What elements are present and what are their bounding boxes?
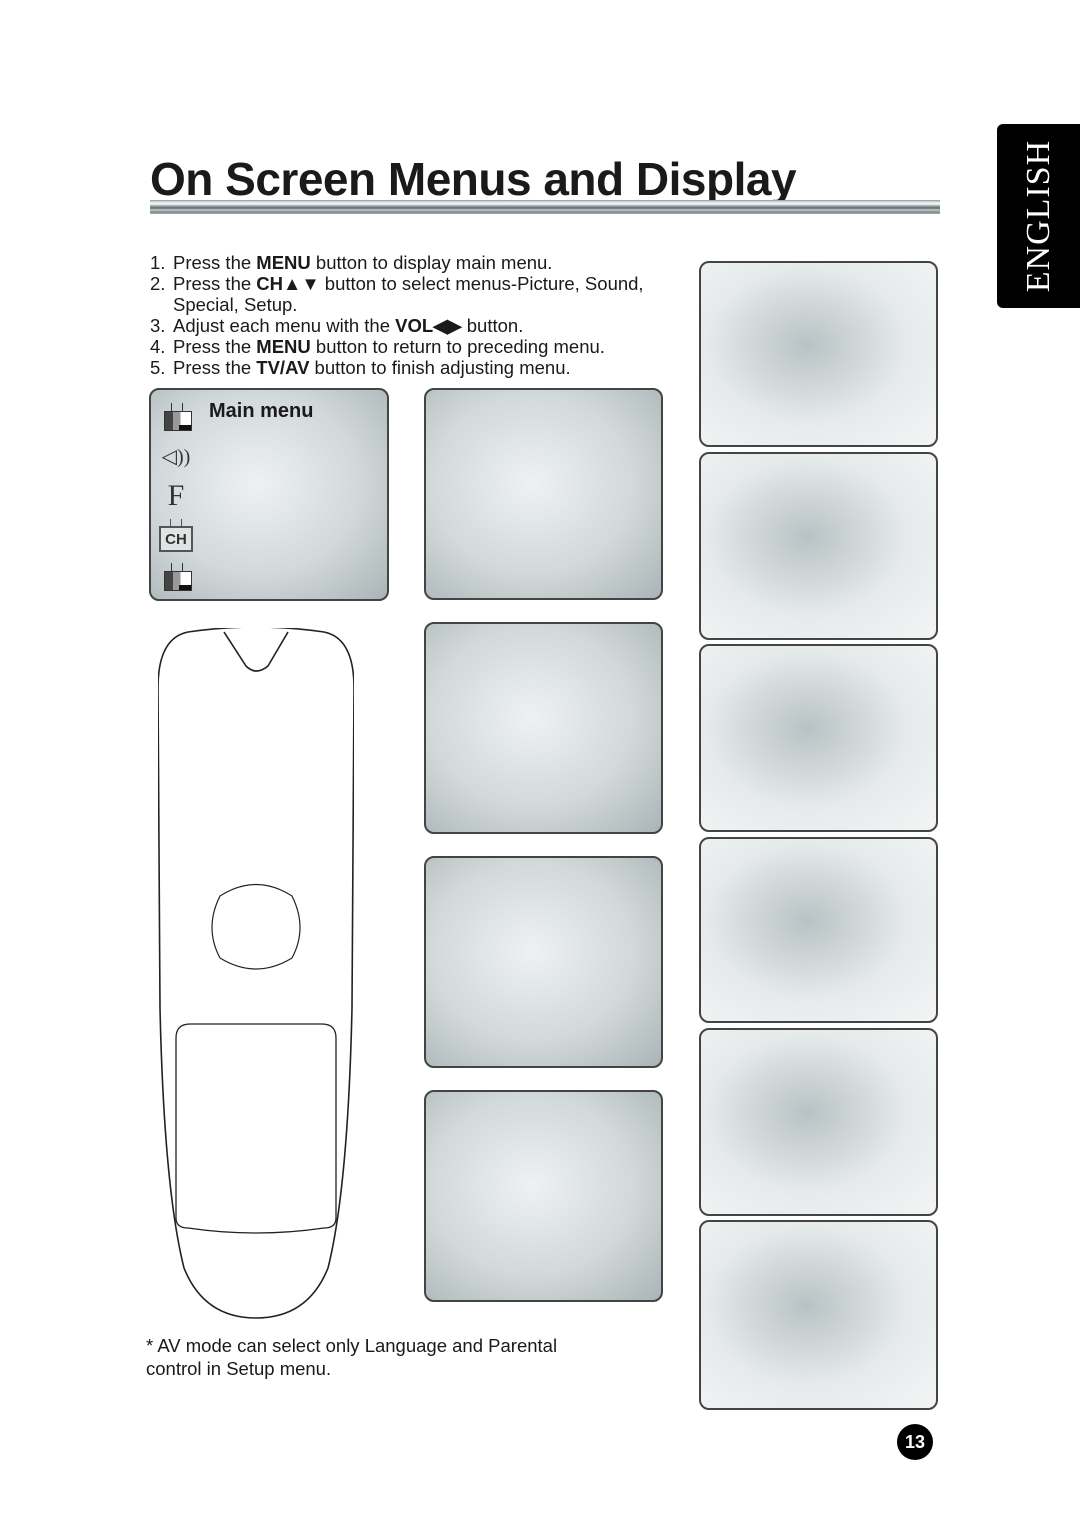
step-text: Press the TV/AV button to finish adjusti…: [173, 357, 571, 378]
instruction-step: 5. Press the TV/AV button to finish adjus…: [150, 357, 660, 378]
step-number: 5.: [150, 357, 166, 378]
menu-icon-column: ◁)) F CH: [157, 398, 197, 598]
instruction-step: 2. Press the CH▲▼ button to select menus-…: [150, 273, 660, 315]
menu-title: Main menu: [209, 400, 314, 422]
page-title: On Screen Menus and Display: [150, 153, 797, 205]
setup-menu-panel: [424, 1090, 663, 1302]
step-text: Adjust each menu with the VOL◀▶ button.: [173, 315, 523, 336]
picture-menu-panel: [424, 388, 663, 600]
step-text-pre: Press the: [173, 273, 257, 294]
channel-icon[interactable]: CH: [157, 518, 195, 554]
step-text-post: button.: [461, 315, 524, 336]
tv-picture-icon[interactable]: [157, 398, 195, 434]
program-list-menu-panel: [699, 837, 938, 1023]
instruction-step: 1. Press the MENU button to display main …: [150, 252, 660, 273]
manual-program-menu-panel: [699, 644, 938, 832]
step-text-pre: Adjust each menu with the: [173, 315, 396, 336]
remote-control: [158, 628, 354, 1320]
step-button-name: CH▲▼: [256, 273, 320, 294]
step-number: 1.: [150, 252, 166, 273]
step-text: Press the MENU button to display main me…: [173, 252, 552, 273]
step-button-name: VOL◀▶: [395, 315, 462, 336]
step-text: Press the MENU button to return to prece…: [173, 336, 605, 357]
language-tab: ENGLISH: [997, 124, 1080, 308]
language-menu-panel: [699, 1028, 938, 1216]
remote-outline: [158, 628, 354, 1319]
instruction-step: 3. Adjust each menu with the VOL◀▶ button…: [150, 315, 660, 336]
instruction-steps: 1. Press the MENU button to display main …: [150, 252, 660, 378]
step-text-pre: Press the: [173, 252, 257, 273]
page-number: 13: [897, 1424, 933, 1460]
tv-picture-icon[interactable]: [157, 558, 195, 594]
title-rule: [150, 200, 940, 214]
step-button-name: MENU: [256, 252, 311, 273]
step-number: 4.: [150, 336, 166, 357]
step-text-post: button to finish adjusting menu.: [309, 357, 571, 378]
step-number: 2.: [150, 273, 166, 294]
step-text-post: button to return to preceding menu.: [310, 336, 605, 357]
special-f-icon[interactable]: F: [157, 478, 195, 514]
language-tab-label: ENGLISH: [1019, 139, 1057, 293]
step-button-name: MENU: [256, 336, 311, 357]
step-button-name: TV/AV: [256, 357, 310, 378]
equalizer-menu-panel: [699, 261, 938, 447]
step-text-pre: Press the: [173, 336, 257, 357]
special-menu-panel: [424, 856, 663, 1068]
sound-menu-panel: [424, 622, 663, 834]
step-text-pre: Press the: [173, 357, 257, 378]
parental-control-menu-panel: [699, 1220, 938, 1410]
auto-program-menu-panel: [699, 452, 938, 640]
speaker-icon[interactable]: ◁)): [157, 438, 195, 474]
instruction-step: 4. Press the MENU button to return to pre…: [150, 336, 660, 357]
footnote: * AV mode can select only Language and P…: [146, 1335, 558, 1379]
step-text: Press the CH▲▼ button to select menus-Pi…: [173, 273, 660, 315]
step-number: 3.: [150, 315, 166, 336]
step-text-post: button to display main menu.: [310, 252, 553, 273]
main-menu-panel: ◁)) F CH Main menu: [149, 388, 389, 601]
